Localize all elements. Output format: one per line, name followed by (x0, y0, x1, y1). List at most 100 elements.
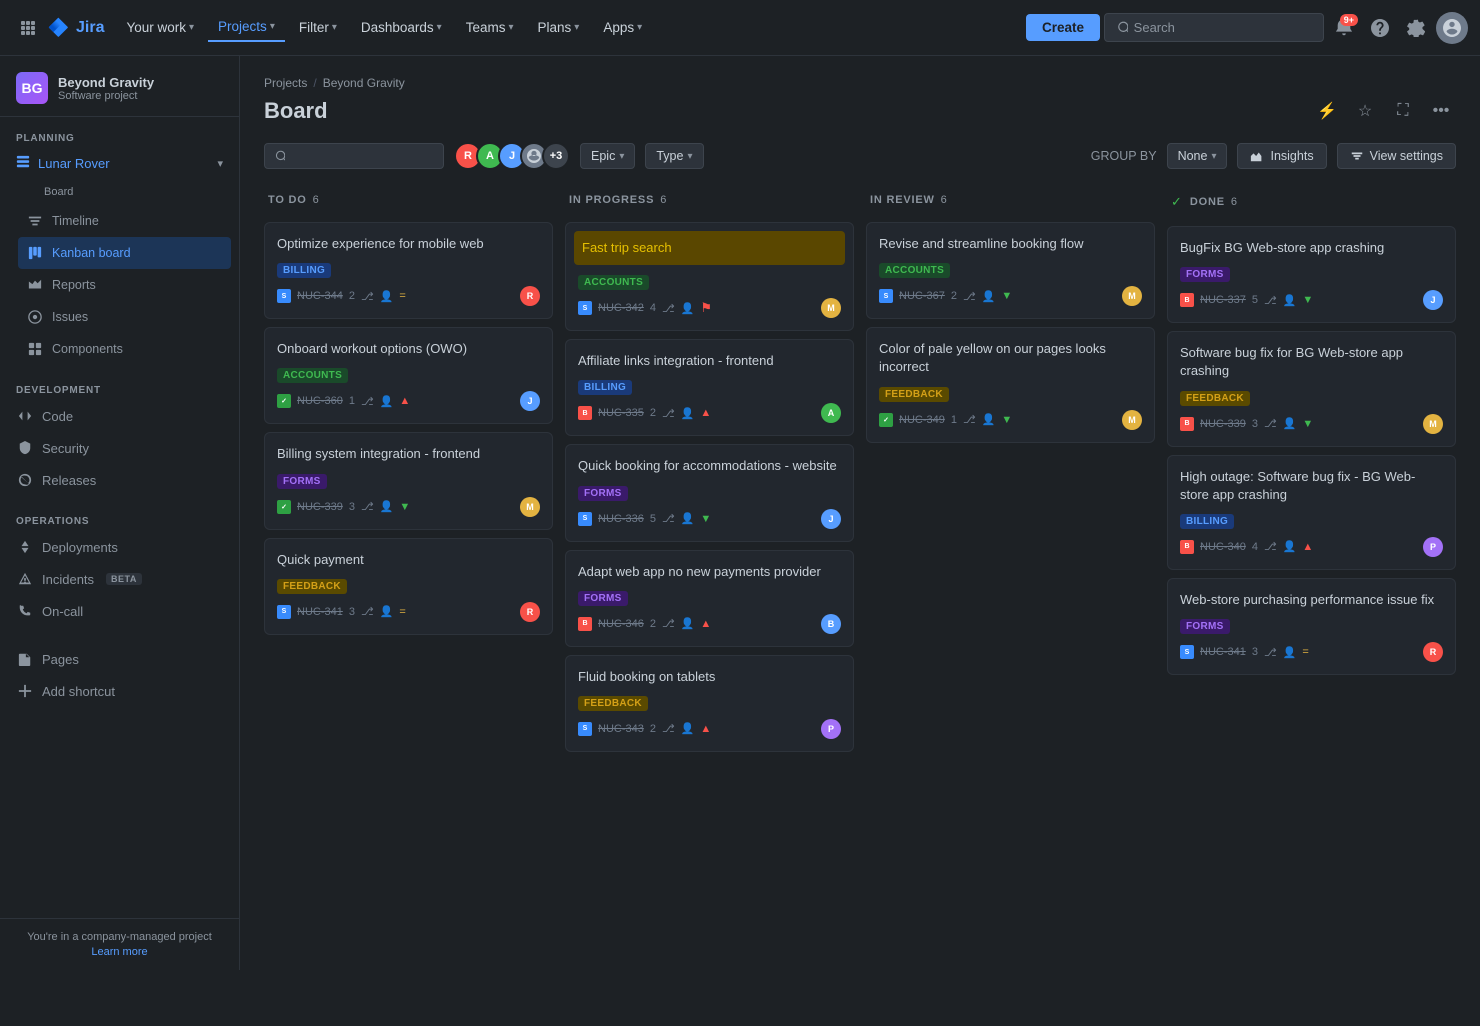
notifications-button[interactable]: 9+ (1328, 12, 1360, 44)
card-NUC-335[interactable]: Affiliate links integration - frontend B… (565, 339, 854, 436)
card-tag: FEEDBACK (1180, 391, 1250, 406)
reports-icon (26, 276, 44, 294)
sidebar-item-components[interactable]: Components (18, 333, 231, 365)
sidebar-item-lunar-rover[interactable]: Lunar Rover ▾ (8, 148, 231, 179)
card-id: NUC-339 (1200, 418, 1246, 430)
nav-teams[interactable]: Teams ▾ (456, 14, 524, 41)
nav-your-work[interactable]: Your work ▾ (116, 14, 204, 41)
card-NUC-344[interactable]: Optimize experience for mobile web BILLI… (264, 222, 553, 319)
card-NUC-340[interactable]: High outage: Software bug fix - BG Web-s… (1167, 455, 1456, 570)
search-input[interactable] (1134, 20, 1313, 35)
insights-button[interactable]: Insights (1237, 143, 1326, 169)
sidebar-item-oncall[interactable]: On-call (8, 595, 231, 627)
bug-icon: B (1180, 540, 1194, 554)
card-id: NUC-337 (1200, 294, 1246, 306)
priority-high-icon: ▲ (1302, 541, 1313, 553)
branch-icon: ⎇ (662, 617, 675, 630)
create-button[interactable]: Create (1026, 14, 1100, 41)
sidebar-item-deployments[interactable]: Deployments (8, 531, 231, 563)
breadcrumb-projects[interactable]: Projects (264, 76, 307, 90)
person-icon: 👤 (1283, 646, 1297, 659)
avatar-extra[interactable]: +3 (542, 142, 570, 170)
lightning-icon[interactable]: ⚡ (1312, 96, 1342, 126)
sidebar-item-security[interactable]: Security (8, 432, 231, 464)
kanban-icon (26, 244, 44, 262)
card-title: Quick payment (277, 551, 540, 569)
board-search-input[interactable] (291, 149, 435, 163)
grid-icon[interactable] (12, 12, 44, 44)
card-NUC-346[interactable]: Adapt web app no new payments provider F… (565, 550, 854, 647)
learn-more-link[interactable]: Learn more (91, 946, 147, 958)
sidebar-item-pages[interactable]: Pages (8, 643, 231, 675)
board-search[interactable] (264, 143, 444, 169)
card-title: Software bug fix for BG Web-store app cr… (1180, 344, 1443, 380)
more-options-icon[interactable]: ••• (1426, 96, 1456, 126)
card-meta: S NUC-336 5 ⎇ 👤 ▼ J (578, 509, 841, 529)
priority-low-icon: ▼ (399, 501, 410, 513)
breadcrumb: Projects / Beyond Gravity (264, 76, 1456, 90)
card-id: NUC-340 (1200, 541, 1246, 553)
card-avatar: M (1122, 286, 1142, 306)
sidebar-item-incidents[interactable]: Incidents BETA (8, 563, 231, 595)
chevron-down-icon: ▾ (1211, 151, 1216, 162)
card-meta: B NUC-337 5 ⎇ 👤 ▼ J (1180, 290, 1443, 310)
priority-med-icon: = (399, 290, 405, 302)
epic-filter[interactable]: Epic ▾ (580, 143, 635, 169)
project-name: Beyond Gravity (58, 75, 154, 90)
card-NUC-360[interactable]: Onboard workout options (OWO) ACCOUNTS ✓… (264, 327, 553, 424)
nav-projects[interactable]: Projects ▾ (208, 13, 285, 42)
lunar-rover-label: Lunar Rover (38, 156, 110, 171)
card-NUC-341[interactable]: Web-store purchasing performance issue f… (1167, 578, 1456, 675)
card-NUC-339[interactable]: Software bug fix for BG Web-store app cr… (1167, 331, 1456, 446)
chevron-down-icon: ▾ (332, 22, 337, 33)
card-meta: S NUC-367 2 ⎇ 👤 ▼ M (879, 286, 1142, 306)
card-NUC-342[interactable]: Fast trip search ACCOUNTS S NUC-342 4 ⎇ … (565, 222, 854, 331)
view-settings-button[interactable]: View settings (1337, 143, 1456, 169)
column-count: 6 (941, 194, 947, 206)
breadcrumb-project[interactable]: Beyond Gravity (323, 76, 405, 90)
card-count: 2 (650, 618, 656, 630)
nav-plans[interactable]: Plans ▾ (528, 14, 590, 41)
sidebar-item-timeline[interactable]: Timeline (18, 205, 231, 237)
jira-logo[interactable]: Jira (48, 17, 104, 39)
group-by-select[interactable]: None ▾ (1167, 143, 1228, 169)
nav-apps[interactable]: Apps ▾ (593, 14, 652, 41)
nav-dashboards[interactable]: Dashboards ▾ (351, 14, 452, 41)
card-NUC-339[interactable]: Billing system integration - frontend FO… (264, 432, 553, 529)
column-count: 6 (660, 194, 666, 206)
task-icon: ✓ (879, 413, 893, 427)
card-NUC-337[interactable]: BugFix BG Web-store app crashing FORMS B… (1167, 226, 1456, 323)
avatar-filter-group[interactable]: R A J +3 (454, 142, 570, 170)
sidebar-item-code[interactable]: Code (8, 400, 231, 432)
card-NUC-343[interactable]: Fluid booking on tablets FEEDBACK S NUC-… (565, 655, 854, 752)
sidebar-item-releases[interactable]: Releases (8, 464, 231, 496)
expand-icon[interactable]: ⛶ (1388, 96, 1418, 126)
chevron-down-icon: ▾ (619, 151, 624, 162)
sidebar-item-issues[interactable]: Issues (18, 301, 231, 333)
sidebar-item-add-shortcut[interactable]: Add shortcut (8, 675, 231, 707)
development-label: DEVELOPMENT (8, 381, 231, 400)
nav-filter[interactable]: Filter ▾ (289, 14, 347, 41)
project-icon: BG (16, 72, 48, 104)
sidebar-item-kanban[interactable]: Kanban board (18, 237, 231, 269)
card-meta: S NUC-342 4 ⎇ 👤 ⚑ M (578, 298, 841, 318)
branch-icon: ⎇ (361, 500, 374, 513)
card-NUC-336[interactable]: Quick booking for accommodations - websi… (565, 444, 854, 541)
branch-icon: ⎇ (1264, 417, 1277, 430)
star-icon[interactable]: ☆ (1350, 96, 1380, 126)
card-title: High outage: Software bug fix - BG Web-s… (1180, 468, 1443, 504)
card-title: Color of pale yellow on our pages looks … (879, 340, 1142, 376)
sidebar-project[interactable]: BG Beyond Gravity Software project (0, 56, 239, 117)
help-button[interactable] (1364, 12, 1396, 44)
type-filter[interactable]: Type ▾ (645, 143, 703, 169)
settings-button[interactable] (1400, 12, 1432, 44)
card-NUC-349[interactable]: Color of pale yellow on our pages looks … (866, 327, 1155, 442)
card-NUC-341[interactable]: Quick payment FEEDBACK S NUC-341 3 ⎇ 👤 =… (264, 538, 553, 635)
user-avatar[interactable] (1436, 12, 1468, 44)
card-avatar: M (520, 497, 540, 517)
sidebar-item-reports[interactable]: Reports (18, 269, 231, 301)
search-box[interactable] (1104, 13, 1324, 42)
card-NUC-367[interactable]: Revise and streamline booking flow ACCOU… (866, 222, 1155, 319)
bug-icon: B (1180, 417, 1194, 431)
chevron-down-icon: ▾ (687, 151, 692, 162)
